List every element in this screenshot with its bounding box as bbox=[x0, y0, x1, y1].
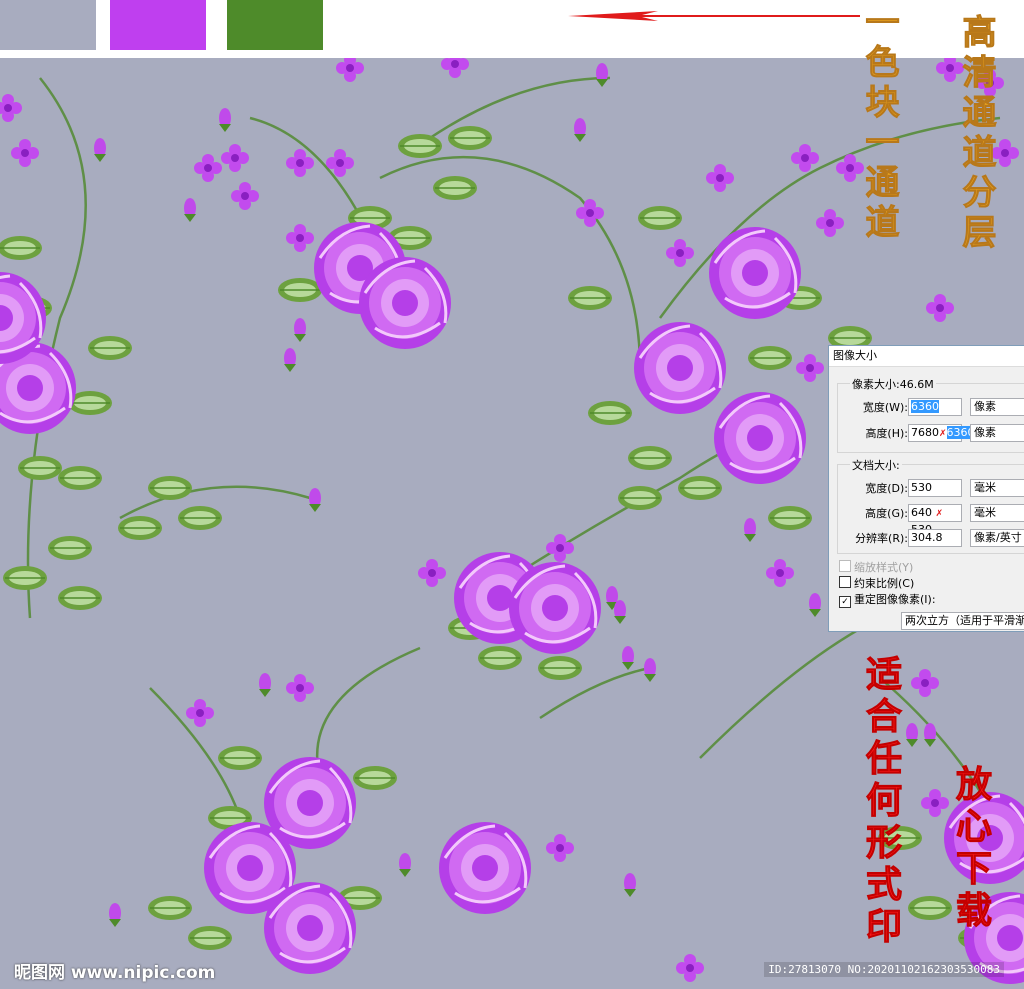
doc-height-label: 高度(G): bbox=[865, 507, 908, 520]
doc-height-unit-select[interactable]: 毫米 bbox=[970, 504, 1024, 522]
pixel-height-unit-select[interactable]: 像素∨ bbox=[970, 424, 1024, 442]
swatch-gray bbox=[0, 0, 96, 50]
pixel-width-label: 宽度(W): bbox=[862, 401, 908, 414]
pixel-width-field[interactable]: 6360 bbox=[908, 398, 962, 416]
resample-method-select[interactable]: 两次立方（适用于平滑渐变 bbox=[901, 612, 1024, 630]
pixel-dimensions-group: 像素大小:46.6M 宽度(W): 6360 像素∨ 高度(H): 7680✗6… bbox=[837, 376, 1024, 453]
resample-checkbox[interactable]: ✓ 重定图像像素(I): bbox=[839, 592, 936, 608]
download-note-text: 放心下载 bbox=[950, 765, 993, 934]
document-size-label: 文档大小: bbox=[850, 457, 902, 473]
doc-height-field[interactable]: 640 ✗ 530 bbox=[908, 504, 962, 536]
checkbox-icon bbox=[839, 560, 851, 572]
resolution-field[interactable]: 304.8 bbox=[908, 529, 962, 547]
swatch-green bbox=[227, 0, 323, 50]
pixel-height-label: 高度(H): bbox=[865, 427, 908, 440]
image-id-watermark: ID:27813070 NO:20201102162303530083 bbox=[764, 962, 1004, 977]
document-size-group: 文档大小: 宽度(D): 530 毫米 高度(G): 640 ✗ 530 毫米 … bbox=[837, 457, 1024, 554]
channel-note-text: 一色块一通道 bbox=[859, 4, 900, 245]
swatch-purple bbox=[110, 0, 206, 50]
scale-styles-checkbox[interactable]: 缩放样式(Y) bbox=[839, 560, 913, 576]
resolution-unit-select[interactable]: 像素/英寸 bbox=[970, 529, 1024, 547]
pixel-dimensions-label: 像素大小:46.6M bbox=[850, 376, 936, 392]
constrain-proportions-checkbox[interactable]: 约束比例(C) bbox=[839, 576, 914, 592]
site-watermark: 昵图网 www.nipic.com bbox=[14, 963, 216, 983]
print-note-text: 适合任何形式印 bbox=[860, 655, 903, 950]
checkbox-icon bbox=[839, 576, 851, 588]
doc-width-field[interactable]: 530 bbox=[908, 479, 962, 497]
checkmark-icon: ✓ bbox=[839, 596, 851, 608]
left-arrow-icon bbox=[568, 11, 860, 21]
pixel-height-field[interactable]: 7680✗6360 bbox=[908, 424, 975, 442]
hd-layers-note-text: 高清通道分层 bbox=[956, 14, 997, 255]
pixel-width-unit-select[interactable]: 像素∨ bbox=[970, 398, 1024, 416]
dialog-title: 图像大小 bbox=[829, 346, 1024, 367]
image-size-dialog: 图像大小 像素大小:46.6M 宽度(W): 6360 像素∨ 高度(H): 7… bbox=[828, 345, 1024, 632]
doc-width-unit-select[interactable]: 毫米 bbox=[970, 479, 1024, 497]
resolution-label: 分辨率(R): bbox=[855, 532, 908, 545]
doc-width-label: 宽度(D): bbox=[865, 482, 908, 495]
